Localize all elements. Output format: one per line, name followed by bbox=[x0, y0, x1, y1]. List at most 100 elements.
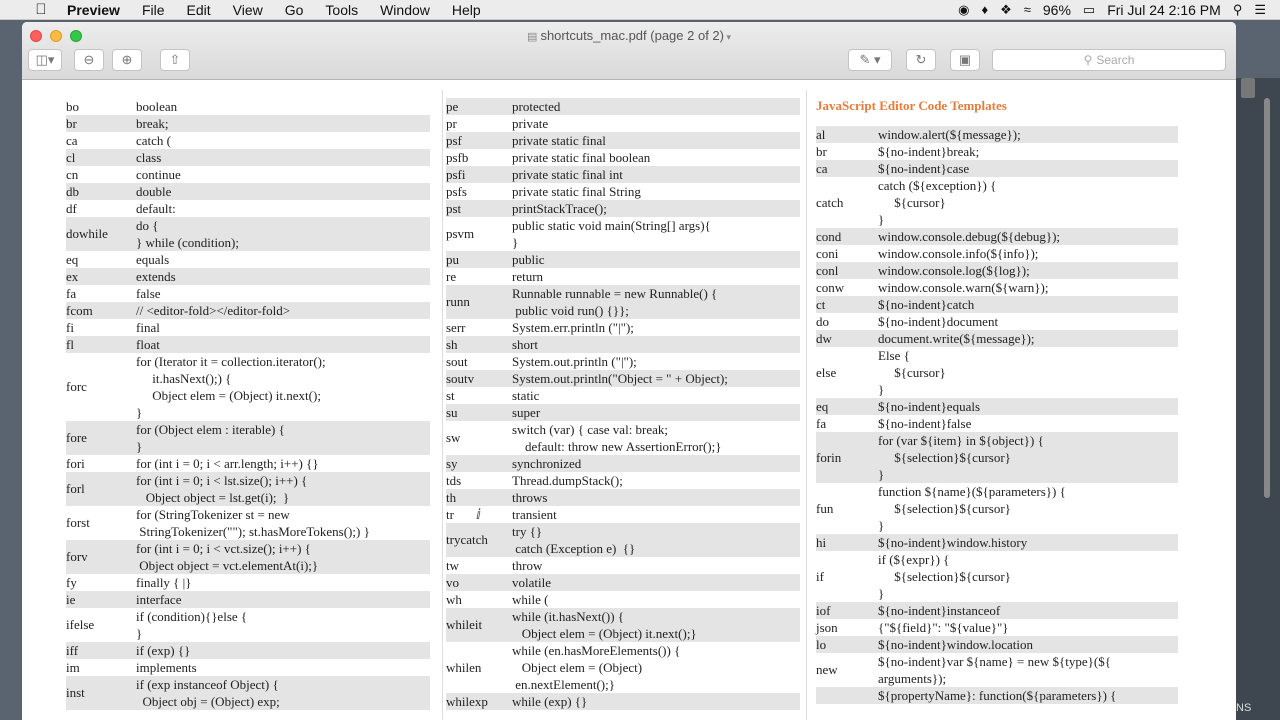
expansion-line: catch (${exception}) { bbox=[878, 178, 997, 193]
expansion-line: ${no-indent}window.history bbox=[878, 535, 1028, 550]
template-abbreviation: dowhile bbox=[66, 226, 108, 241]
expansion-line: if (condition){}else { bbox=[136, 609, 248, 624]
template-abbreviation: ca bbox=[816, 160, 828, 176]
template-row: tds Thread.dumpStack(); bbox=[446, 472, 800, 489]
expansion-line: if (exp) {} bbox=[136, 643, 191, 658]
expansion-line: finally { |} bbox=[136, 575, 192, 590]
template-expansion: do {} while (condition); bbox=[136, 217, 239, 251]
sidebar-toggle-button[interactable]: ◫▾ bbox=[28, 49, 62, 71]
expansion-line: for (Iterator it = collection.iterator()… bbox=[136, 354, 326, 369]
template-abbreviation: pu bbox=[446, 251, 459, 267]
template-abbreviation: coni bbox=[816, 245, 839, 261]
background-window-edge: NS bbox=[1236, 78, 1280, 720]
expansion-line: ${no-indent}var ${name} = new ${type}(${ bbox=[878, 654, 1111, 669]
template-abbreviation: dw bbox=[816, 330, 832, 346]
expansion-line: while (en.hasMoreElements()) { bbox=[512, 643, 681, 658]
notification-icon[interactable]: ♦ bbox=[981, 2, 988, 17]
rotate-button[interactable]: ↻ bbox=[906, 49, 936, 71]
template-expansion: boolean bbox=[136, 98, 177, 115]
expansion-line: Object object = vct.elementAt(i);} bbox=[136, 558, 319, 573]
template-expansion: {"${field}": "${value}"} bbox=[878, 619, 1009, 636]
template-row: fl float bbox=[66, 336, 430, 353]
template-row: ${propertyName}: function(${parameters})… bbox=[816, 687, 1178, 704]
toolbox-button[interactable]: ▣ bbox=[950, 49, 980, 71]
template-row: trycatch try {} catch (Exception e) {} bbox=[446, 523, 800, 557]
record-icon[interactable]: ◉ bbox=[958, 2, 969, 18]
expansion-line: ${no-indent}document bbox=[878, 314, 999, 329]
menu-file[interactable]: File bbox=[131, 2, 176, 18]
menu-go[interactable]: Go bbox=[274, 2, 315, 18]
template-row: psfb private static final boolean bbox=[446, 149, 800, 166]
template-expansion: while (exp) {} bbox=[512, 693, 587, 710]
clock[interactable]: Fri Jul 24 2:16 PM bbox=[1107, 2, 1221, 18]
template-expansion: private static final int bbox=[512, 166, 623, 183]
template-expansion: ${no-indent}document bbox=[878, 313, 998, 330]
dropbox-icon[interactable]: ❖ bbox=[1000, 2, 1012, 18]
expansion-line: Object elem = (Object) it.next(); bbox=[136, 388, 321, 403]
template-row: ct ${no-indent}catch bbox=[816, 296, 1178, 313]
battery-percent[interactable]: 96% bbox=[1043, 2, 1071, 18]
markup-pen-button[interactable]: ✎ ▾ bbox=[848, 49, 892, 71]
template-row: df default: bbox=[66, 200, 430, 217]
template-abbreviation: fa bbox=[816, 415, 827, 431]
template-expansion: System.out.println ("|"); bbox=[512, 353, 637, 370]
template-abbreviation: wh bbox=[446, 591, 462, 607]
template-expansion: short bbox=[512, 336, 538, 353]
expansion-line: switch (var) { case val: break; bbox=[512, 422, 669, 437]
share-button[interactable]: ⇧ bbox=[160, 49, 190, 71]
template-row: psfi private static final int bbox=[446, 166, 800, 183]
spotlight-icon[interactable]: ⚲ bbox=[1233, 2, 1243, 18]
template-expansion: Thread.dumpStack(); bbox=[512, 472, 623, 489]
expansion-line: document.write(${message}); bbox=[878, 331, 1035, 346]
expansion-line: window.console.warn(${warn}); bbox=[878, 280, 1049, 295]
battery-icon[interactable]: ▭ bbox=[1083, 2, 1095, 18]
js-templates-list: al window.alert(${message}); br ${no-indent… bbox=[816, 126, 1178, 704]
text-cursor-icon: ⅈ bbox=[476, 506, 481, 522]
search-field[interactable]: ⚲ Search bbox=[992, 49, 1226, 71]
java-templates-column-1: bo boolean br break; ca catch (cl class cn conti… bbox=[66, 98, 430, 710]
zoom-out-button[interactable]: ⊖ bbox=[74, 49, 104, 71]
menu-window[interactable]: Window bbox=[369, 2, 441, 18]
template-row: fa ${no-indent}false bbox=[816, 415, 1178, 432]
menu-app-name[interactable]: Preview bbox=[56, 2, 131, 18]
scroll-thumb[interactable] bbox=[1241, 78, 1255, 98]
expansion-line: Object elem = (Object) it.next();} bbox=[512, 626, 697, 641]
expansion-line: for (int i = 0; i < arr.length; i++) {} bbox=[136, 456, 319, 471]
template-expansion: System.out.println("Object = " + Object)… bbox=[512, 370, 728, 387]
wifi-icon[interactable]: ≈ bbox=[1024, 2, 1031, 17]
expansion-line: Else { bbox=[878, 348, 910, 363]
expansion-line: implements bbox=[136, 660, 197, 675]
expansion-line: } bbox=[512, 235, 519, 250]
menu-tools[interactable]: Tools bbox=[314, 2, 369, 18]
menu-help[interactable]: Help bbox=[441, 2, 492, 18]
expansion-line: ${cursor} bbox=[878, 365, 946, 380]
expansion-line: System.err.println ("|"); bbox=[512, 320, 634, 335]
expansion-line: ${no-indent}false bbox=[878, 416, 972, 431]
notification-center-icon[interactable]: ☰ bbox=[1254, 2, 1266, 18]
template-row: br break; bbox=[66, 115, 430, 132]
template-abbreviation: psf bbox=[446, 132, 462, 148]
template-expansion: throw bbox=[512, 557, 542, 574]
expansion-line: while ( bbox=[512, 592, 549, 607]
template-expansion: continue bbox=[136, 166, 181, 183]
template-abbreviation: cond bbox=[816, 228, 842, 244]
menu-edit[interactable]: Edit bbox=[176, 2, 222, 18]
zoom-in-button[interactable]: ⊕ bbox=[112, 49, 142, 71]
expansion-line: private static final bbox=[512, 133, 606, 148]
template-abbreviation: eq bbox=[816, 398, 829, 414]
template-row: conw window.console.warn(${warn}); bbox=[816, 279, 1178, 296]
template-expansion: window.console.warn(${warn}); bbox=[878, 279, 1048, 296]
template-expansion: return bbox=[512, 268, 543, 285]
template-expansion: double bbox=[136, 183, 171, 200]
template-row: vo volatile bbox=[446, 574, 800, 591]
menu-view[interactable]: View bbox=[222, 2, 274, 18]
apple-icon[interactable]:  bbox=[26, 1, 56, 18]
expansion-line: volatile bbox=[512, 575, 551, 590]
chevron-down-icon[interactable]: ▾ bbox=[724, 32, 731, 42]
vertical-scrollbar[interactable] bbox=[1264, 98, 1270, 498]
template-abbreviation: hi bbox=[816, 534, 827, 550]
template-row: re return bbox=[446, 268, 800, 285]
template-row: psfs private static final String bbox=[446, 183, 800, 200]
template-abbreviation: re bbox=[446, 268, 457, 284]
java-templates-column-2: pe protected pr private psf private static fi… bbox=[446, 98, 800, 710]
